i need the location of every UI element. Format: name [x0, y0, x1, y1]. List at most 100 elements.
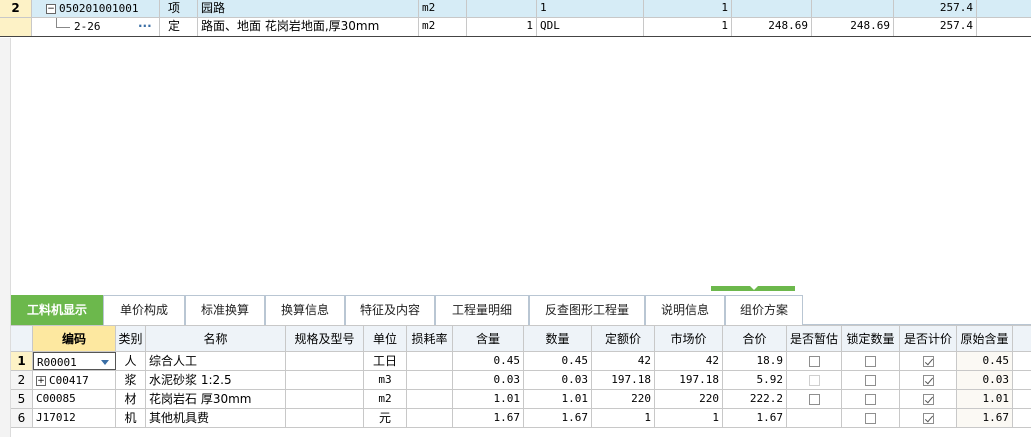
- tab-material-display[interactable]: 工料机显示: [11, 295, 103, 325]
- row-type: 机: [116, 409, 146, 427]
- row-spec: [286, 390, 364, 408]
- header-market-price[interactable]: 市场价: [655, 326, 723, 351]
- row-number: 6: [11, 409, 33, 427]
- row-market-price: 220: [655, 390, 723, 408]
- tab-conversion-info[interactable]: 换算信息: [265, 295, 345, 325]
- row-orig-content: 0.03: [957, 371, 1013, 389]
- row-orig-content: 1.67: [957, 409, 1013, 427]
- priced-checkbox-cell: [900, 371, 957, 389]
- row-loss: [407, 390, 453, 408]
- table-row[interactable]: 6 J17012 机 其他机具费 元 1.67 1.67 1 1 1.67 1.…: [11, 409, 1031, 428]
- priced-checkbox[interactable]: [922, 413, 934, 424]
- tab-features[interactable]: 特征及内容: [345, 295, 435, 325]
- code-cell-editing[interactable]: R00001: [33, 352, 116, 370]
- tab-reverse-check[interactable]: 反查图形工程量: [529, 295, 645, 325]
- header-loss[interactable]: 损耗率: [407, 326, 453, 351]
- header-quantity[interactable]: 数量: [524, 326, 592, 351]
- tab-standard-conversion[interactable]: 标准换算: [185, 295, 265, 325]
- priced-checkbox-cell: [900, 352, 957, 370]
- header-type[interactable]: 类别: [116, 326, 146, 351]
- top-grid: 2 −050201001001 项 园路 m2 1 1 257.4 2-26 ·…: [0, 0, 1031, 38]
- row-quantity: 0.45: [524, 352, 592, 370]
- lock-checkbox-cell: [842, 371, 900, 389]
- lock-qty-checkbox[interactable]: [865, 375, 876, 386]
- row-unit: m2: [419, 0, 467, 17]
- header-corner: [11, 326, 33, 351]
- row-type: 定: [160, 18, 198, 36]
- priced-checkbox-cell: [900, 409, 957, 427]
- priced-checkbox[interactable]: [922, 394, 934, 405]
- row-market-price: 42: [655, 352, 723, 370]
- row-market-price: 197.18: [655, 371, 723, 389]
- estimate-checkbox-cell: [787, 409, 842, 427]
- row-col5: 1: [467, 18, 537, 36]
- header-estimate[interactable]: 是否暂估: [787, 326, 842, 351]
- lock-checkbox-cell: [842, 390, 900, 408]
- row-code: 050201001001: [59, 2, 139, 15]
- row-name: 水泥砂浆 1:2.5: [146, 371, 286, 389]
- estimate-checkbox[interactable]: [808, 356, 820, 367]
- header-code[interactable]: 编码: [33, 326, 116, 351]
- dropdown-arrow-icon[interactable]: [101, 360, 109, 365]
- header-spec[interactable]: 规格及型号: [286, 326, 364, 351]
- row-quota-price: 220: [592, 390, 655, 408]
- estimate-checkbox-cell: [787, 371, 842, 389]
- row-code: 2-26: [74, 20, 101, 33]
- table-row[interactable]: 5 C00085 材 花岗岩石 厚30mm m2 1.01 1.01 220 2…: [11, 390, 1031, 409]
- row-total: 1.67: [723, 409, 787, 427]
- row-col6: QDL: [537, 18, 644, 36]
- estimate-checkbox-cell: [787, 352, 842, 370]
- row-number: 2: [11, 371, 33, 389]
- table-row[interactable]: 2 −050201001001 项 园路 m2 1 1 257.4: [0, 0, 1031, 18]
- header-content[interactable]: 含量: [453, 326, 524, 351]
- row-market-price: 1: [655, 409, 723, 427]
- row-spec: [286, 352, 364, 370]
- header-lock-qty[interactable]: 锁定数量: [842, 326, 900, 351]
- estimate-checkbox[interactable]: [808, 394, 820, 405]
- tab-quantity-detail[interactable]: 工程量明细: [435, 295, 529, 325]
- priced-checkbox[interactable]: [922, 356, 934, 367]
- header-total[interactable]: 合价: [723, 326, 787, 351]
- table-row[interactable]: 1 R00001 人 综合人工 工日 0.45 0.45 42 42 18.9 …: [11, 352, 1031, 371]
- header-name[interactable]: 名称: [146, 326, 286, 351]
- material-grid: 编码 类别 名称 规格及型号 单位 损耗率 含量 数量 定额价 市场价 合价 是…: [11, 325, 1031, 437]
- header-priced[interactable]: 是否计价: [900, 326, 957, 351]
- code-cell: −050201001001: [32, 0, 160, 17]
- table-row[interactable]: 2 + C00417 浆 水泥砂浆 1:2.5 m3 0.03 0.03 197.…: [11, 371, 1031, 390]
- left-gutter: [0, 38, 11, 437]
- row-code: C00085: [33, 390, 116, 408]
- priced-checkbox-cell: [900, 390, 957, 408]
- header-unit[interactable]: 单位: [364, 326, 407, 351]
- header-orig-content[interactable]: 原始含量: [957, 326, 1013, 351]
- row-quota-price: 1: [592, 409, 655, 427]
- row-col7: 1: [644, 18, 732, 36]
- row-code: J17012: [33, 409, 116, 427]
- row-content: 0.03: [453, 371, 524, 389]
- table-row[interactable]: 2-26 ··· 定 路面、地面 花岗岩地面,厚30mm m2 1 QDL 1 …: [0, 18, 1031, 37]
- chevron-down-icon: [750, 286, 758, 290]
- row-code: C00417: [49, 374, 89, 387]
- row-number: 1: [11, 352, 33, 370]
- priced-checkbox[interactable]: [922, 375, 934, 386]
- row-quantity: 1.67: [524, 409, 592, 427]
- row-quota-price: 197.18: [592, 371, 655, 389]
- tab-notes[interactable]: 说明信息: [645, 295, 725, 325]
- lock-qty-checkbox[interactable]: [865, 413, 876, 424]
- row-name: 花岗岩石 厚30mm: [146, 390, 286, 408]
- row-name: 综合人工: [146, 352, 286, 370]
- tab-pricing-scheme[interactable]: 组价方案: [725, 295, 803, 325]
- lock-qty-checkbox[interactable]: [865, 394, 876, 405]
- more-button[interactable]: ···: [138, 18, 152, 34]
- expand-icon[interactable]: +: [36, 375, 46, 386]
- tab-unit-price[interactable]: 单价构成: [103, 295, 185, 325]
- row-content: 1.01: [453, 390, 524, 408]
- row-quota-price: 42: [592, 352, 655, 370]
- row-loss: [407, 409, 453, 427]
- row-total: 222.2: [723, 390, 787, 408]
- lock-qty-checkbox[interactable]: [865, 356, 876, 367]
- header-quota-price[interactable]: 定额价: [592, 326, 655, 351]
- row-col9: [812, 0, 894, 17]
- row-name: 园路: [198, 0, 419, 17]
- row-unit: m2: [419, 18, 467, 36]
- collapse-icon[interactable]: −: [46, 3, 56, 14]
